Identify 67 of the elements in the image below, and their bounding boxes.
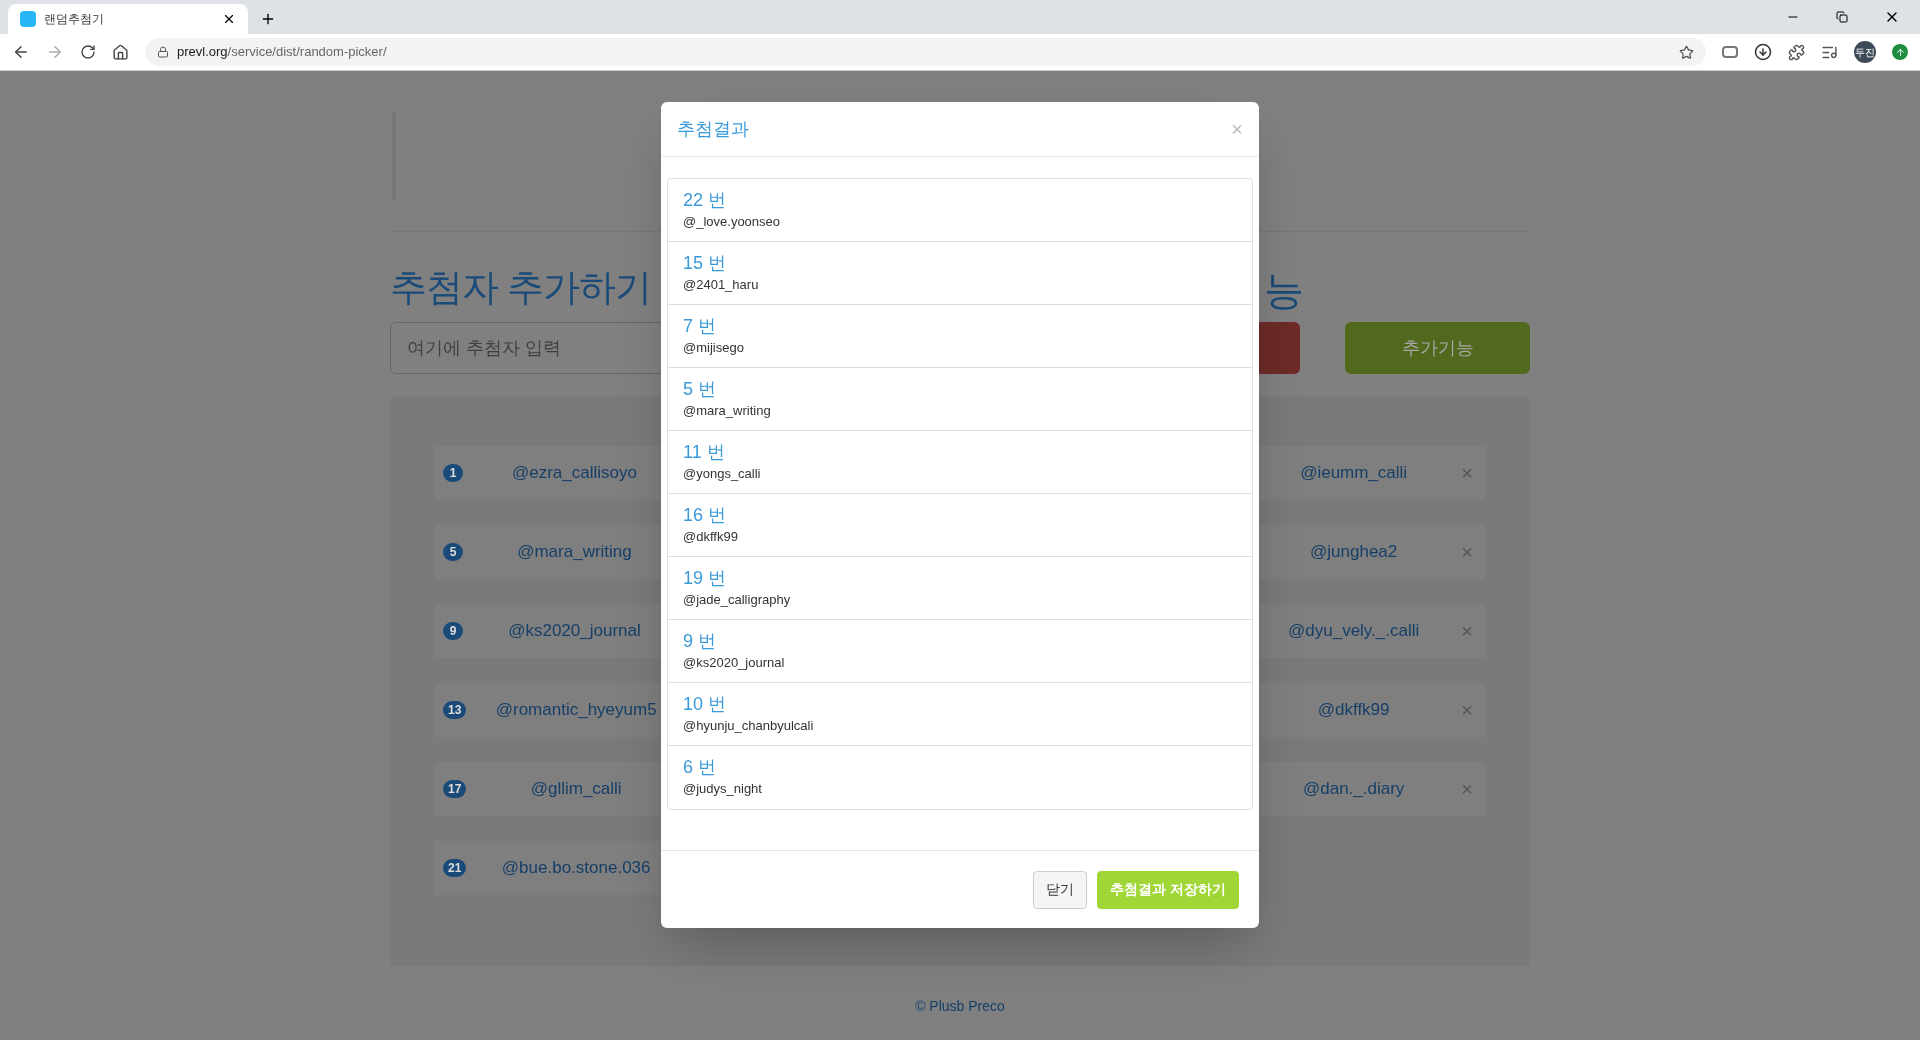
url-text: prevl.org/service/dist/random-picker/ bbox=[177, 43, 388, 62]
tab-title: 랜덤추첨기 bbox=[44, 11, 105, 28]
entry-number-badge: 13 bbox=[443, 701, 467, 719]
footer-copyright: © Plusb Preco bbox=[915, 998, 1005, 1014]
result-handle: @mara_writing bbox=[683, 402, 771, 420]
entry-number-badge: 9 bbox=[443, 622, 463, 640]
extra-features-button[interactable]: 추가기능 bbox=[1345, 322, 1530, 374]
entry-handle: @ks2020_journal bbox=[507, 620, 642, 643]
entry-handle: @gllim_calli bbox=[529, 778, 623, 801]
remove-button[interactable]: × bbox=[1461, 695, 1473, 725]
result-number: 5 번 bbox=[683, 378, 716, 401]
entry-number-badge: 21 bbox=[443, 859, 467, 877]
remove-button[interactable]: × bbox=[1461, 458, 1473, 488]
back-icon[interactable] bbox=[12, 43, 30, 61]
entry-handle: @junghea2 bbox=[1309, 541, 1399, 564]
entry-handle: @bue.bo.stone.036 bbox=[500, 857, 652, 880]
result-handle: @judys_night bbox=[683, 780, 762, 798]
section-heading: 능 bbox=[1264, 267, 1304, 314]
address-bar[interactable]: prevl.org/service/dist/random-picker/ bbox=[145, 38, 1706, 66]
close-button[interactable]: × bbox=[1231, 114, 1243, 144]
entry-handle: @ieumm_calli bbox=[1299, 462, 1409, 485]
entry-number-badge: 17 bbox=[443, 780, 467, 798]
entry-handle: @romantic_hyeyum5 bbox=[494, 699, 658, 722]
result-handle: @dkffk99 bbox=[683, 528, 738, 546]
close-button[interactable]: 닫기 bbox=[1033, 870, 1088, 909]
profile-avatar[interactable]: 두진 bbox=[1854, 41, 1876, 63]
result-handle: @mijisego bbox=[683, 339, 744, 357]
new-tab-icon[interactable] bbox=[260, 11, 276, 27]
dialog-title: 추첨결과 bbox=[677, 117, 750, 141]
site-icon bbox=[20, 11, 36, 27]
result-number: 9 번 bbox=[683, 630, 716, 653]
entry-number-badge: 1 bbox=[443, 464, 463, 482]
result-number: 11 번 bbox=[683, 441, 725, 464]
result-number: 10 번 bbox=[683, 693, 727, 716]
result-number: 19 번 bbox=[683, 567, 727, 590]
restore-icon[interactable] bbox=[1836, 11, 1848, 23]
result-number: 6 번 bbox=[683, 756, 716, 779]
lock-icon bbox=[157, 46, 169, 58]
entry-number-badge: 5 bbox=[443, 543, 463, 561]
result-number: 16 번 bbox=[683, 504, 727, 527]
remove-button[interactable]: × bbox=[1461, 774, 1473, 804]
result-handle: @ks2020_journal bbox=[683, 654, 785, 672]
entry-handle: @dkffk99 bbox=[1316, 699, 1391, 722]
close-icon[interactable] bbox=[222, 12, 236, 26]
result-handle: @_love.yoonseo bbox=[683, 213, 781, 231]
section-heading: 추첨자 추가하기 bbox=[390, 266, 652, 310]
update-icon[interactable] bbox=[1892, 44, 1908, 60]
bookmark-star-icon[interactable] bbox=[1679, 44, 1694, 60]
download-icon[interactable] bbox=[1754, 43, 1772, 61]
cast-icon[interactable] bbox=[1722, 46, 1738, 58]
result-handle: @jade_calligraphy bbox=[683, 591, 791, 609]
remove-button[interactable]: × bbox=[1461, 616, 1473, 646]
entry-handle: @ezra_callisoyo bbox=[511, 462, 638, 485]
extensions-icon[interactable] bbox=[1788, 43, 1805, 61]
entry-handle: @dan._.diary bbox=[1301, 778, 1406, 801]
result-number: 22 번 bbox=[683, 189, 727, 212]
home-icon[interactable] bbox=[112, 43, 129, 61]
reload-icon[interactable] bbox=[80, 44, 96, 60]
result-number: 15 번 bbox=[683, 252, 727, 275]
result-handle: @hyunju_chanbyulcali bbox=[683, 717, 814, 735]
remove-button[interactable]: × bbox=[1461, 537, 1473, 567]
save-results-button[interactable]: 추첨결과 저장하기 bbox=[1097, 870, 1239, 909]
entry-handle: @dyu_vely._.calli bbox=[1287, 620, 1421, 643]
browser-tab[interactable]: 랜덤추첨기 bbox=[8, 4, 248, 34]
result-handle: @2401_haru bbox=[683, 276, 759, 294]
result-handle: @yongs_calli bbox=[683, 465, 761, 483]
entry-handle: @mara_writing bbox=[516, 541, 633, 564]
